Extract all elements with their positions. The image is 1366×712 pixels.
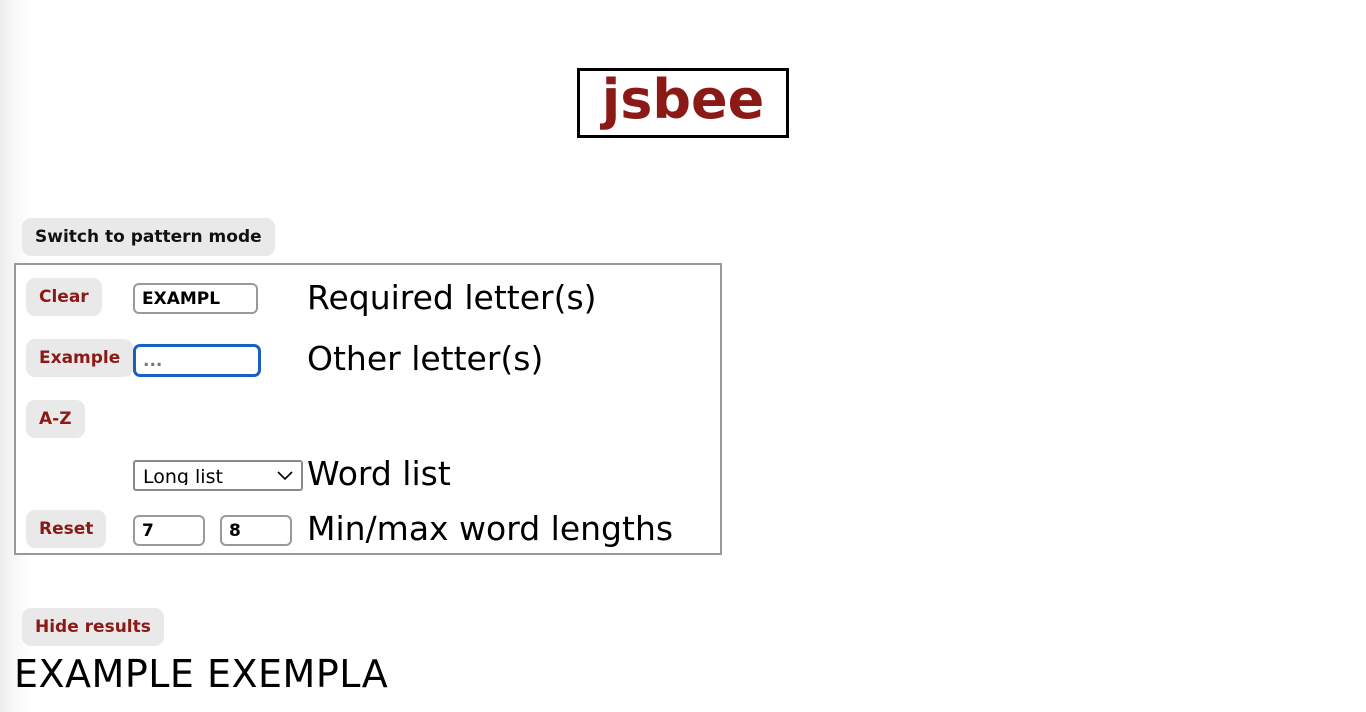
hide-results-button[interactable]: Hide results — [22, 608, 164, 646]
example-button[interactable]: Example — [26, 339, 134, 377]
app-title-box: jsbee — [576, 68, 790, 138]
app-title: jsbee — [601, 68, 765, 131]
word-list-select[interactable]: Long list — [133, 460, 303, 491]
reset-button[interactable]: Reset — [26, 510, 107, 548]
switch-to-pattern-mode-button[interactable]: Switch to pattern mode — [22, 218, 275, 256]
clear-button[interactable]: Clear — [26, 278, 102, 316]
search-form-panel: Clear Required letter(s) Example Other l… — [14, 263, 722, 555]
word-list-select-wrap[interactable]: Long list — [133, 460, 303, 491]
other-letters-input[interactable] — [133, 344, 261, 377]
max-word-length-input[interactable] — [220, 515, 292, 546]
a-to-z-button[interactable]: A-Z — [26, 400, 85, 438]
min-max-word-lengths-label: Min/max word lengths — [307, 509, 674, 548]
required-letters-input[interactable] — [133, 283, 258, 314]
results-word-list: EXAMPLE EXEMPLA — [14, 652, 389, 696]
app-header: jsbee — [0, 68, 1366, 138]
other-letters-label: Other letter(s) — [307, 339, 544, 378]
word-list-label: Word list — [307, 454, 451, 493]
min-word-length-input[interactable] — [133, 515, 205, 546]
required-letters-label: Required letter(s) — [307, 278, 597, 317]
